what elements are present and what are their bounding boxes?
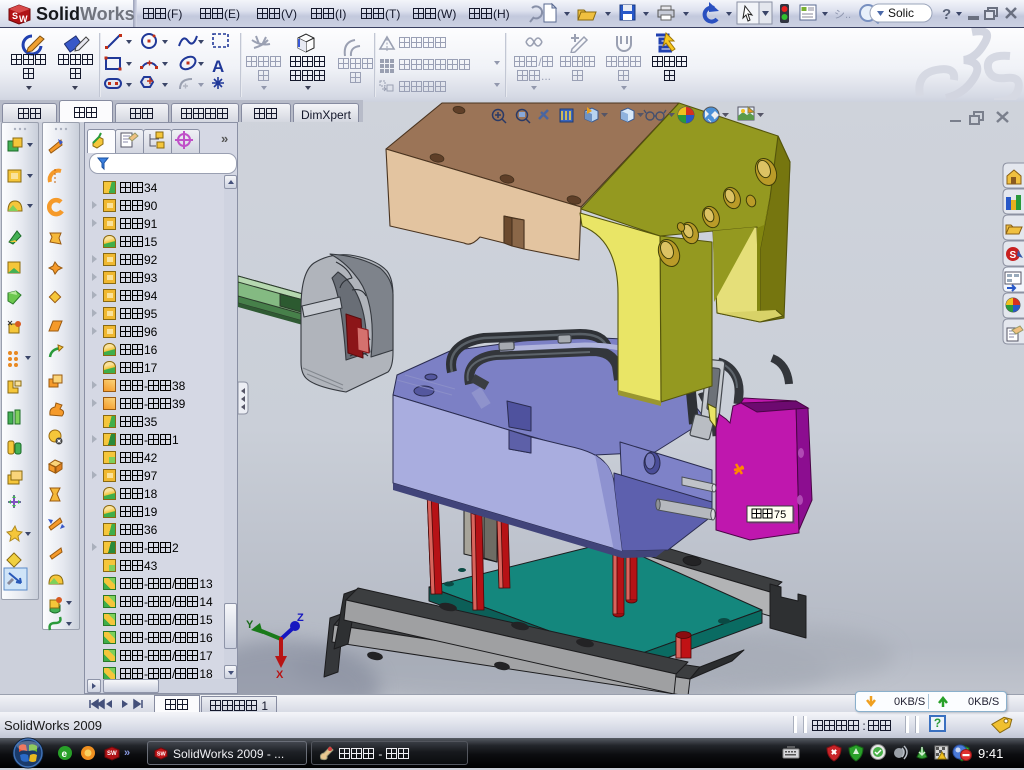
svg-text:S: S: [12, 11, 18, 21]
svg-text:X: X: [276, 669, 284, 681]
svg-text:S: S: [1010, 250, 1017, 261]
svg-text:»: »: [124, 747, 130, 759]
svg-text:A: A: [212, 57, 224, 76]
svg-text:75: 75: [774, 509, 786, 521]
svg-text:Y: Y: [246, 619, 254, 631]
svg-text:W: W: [19, 14, 28, 24]
svg-text:SW: SW: [107, 751, 117, 757]
svg-text:Z: Z: [297, 612, 304, 624]
svg-text:シ..: シ..: [834, 9, 851, 21]
svg-text:Solic: Solic: [888, 6, 914, 20]
svg-text:SW: SW: [157, 751, 167, 757]
svg-text:e: e: [62, 749, 68, 760]
svg-text:?: ?: [942, 6, 951, 23]
